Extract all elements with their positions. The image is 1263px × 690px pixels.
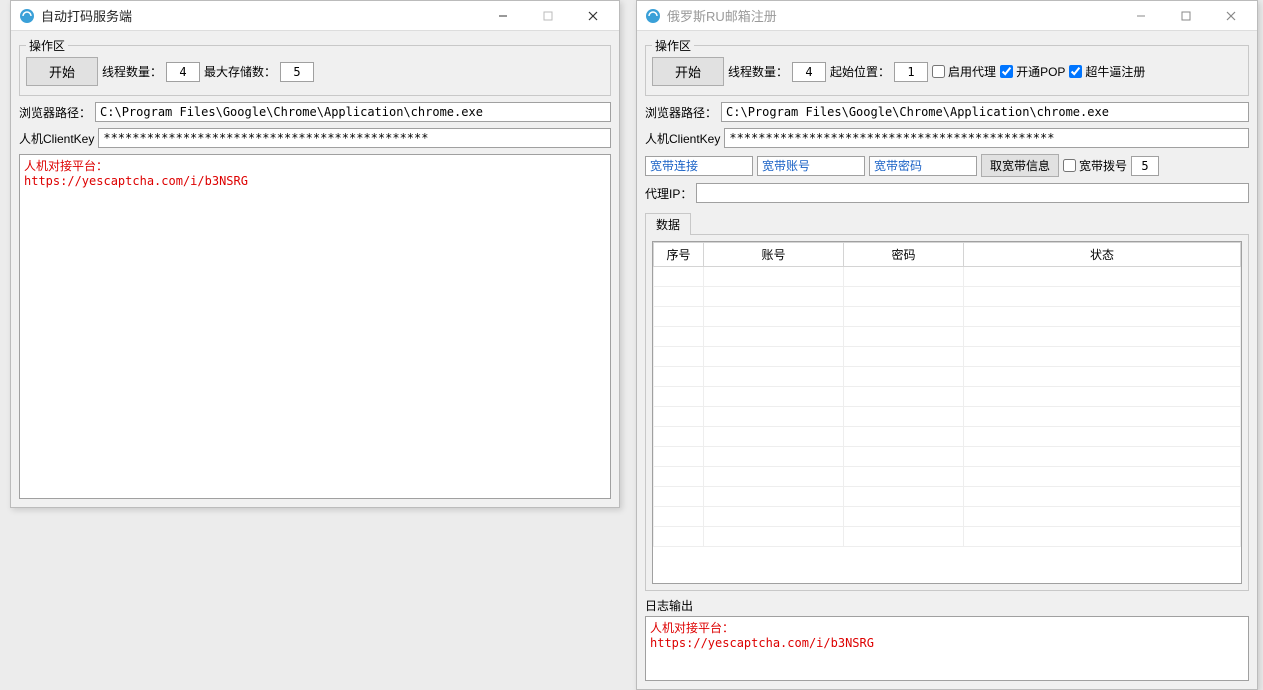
- maximize-button[interactable]: [1163, 1, 1208, 30]
- browser-path-input[interactable]: [721, 102, 1249, 122]
- table-row: [654, 347, 1241, 367]
- minimize-button[interactable]: [480, 1, 525, 30]
- table-row: [654, 287, 1241, 307]
- table-row: [654, 327, 1241, 347]
- col-status[interactable]: 状态: [964, 243, 1241, 267]
- data-tab-body: 序号 账号 密码 状态: [645, 234, 1249, 591]
- table-row: [654, 467, 1241, 487]
- window-title: 自动打码服务端: [41, 6, 480, 25]
- broadband-dial-label: 宽带拨号: [1079, 157, 1127, 174]
- enable-proxy-checkbox[interactable]: 启用代理: [932, 63, 996, 80]
- niubi-register-label: 超牛逼注册: [1085, 63, 1145, 80]
- threads-input[interactable]: [166, 62, 200, 82]
- browser-path-input[interactable]: [95, 102, 611, 122]
- log-output[interactable]: 人机对接平台： https://yescaptcha.com/i/b3NSRG: [19, 154, 611, 499]
- clientkey-label: 人机ClientKey: [19, 130, 94, 147]
- ops-fieldset: 操作区 开始 线程数量： 最大存储数：: [19, 45, 611, 96]
- broadband-dial-checkbox[interactable]: 宽带拨号: [1063, 157, 1127, 174]
- enable-pop-checkbox[interactable]: 开通POP: [1000, 63, 1065, 80]
- ops-legend: 操作区: [652, 37, 694, 54]
- start-button[interactable]: 开始: [652, 57, 724, 86]
- broadband-dial-value-input[interactable]: [1131, 156, 1159, 176]
- window-ru-mail-register: 俄罗斯RU邮箱注册 操作区 开始 线程数量： 起始位置： 启用代理 开通POP …: [636, 0, 1258, 690]
- fetch-broadband-button[interactable]: 取宽带信息: [981, 154, 1059, 177]
- table-row: [654, 387, 1241, 407]
- table-row: [654, 367, 1241, 387]
- window-title: 俄罗斯RU邮箱注册: [667, 6, 1118, 25]
- col-seq[interactable]: 序号: [654, 243, 704, 267]
- titlebar-right[interactable]: 俄罗斯RU邮箱注册: [637, 1, 1257, 31]
- close-button[interactable]: [570, 1, 615, 30]
- log-output[interactable]: 人机对接平台： https://yescaptcha.com/i/b3NSRG: [645, 616, 1249, 681]
- clientkey-input[interactable]: [98, 128, 611, 148]
- table-row: [654, 487, 1241, 507]
- proxy-ip-label: 代理IP：: [645, 185, 692, 202]
- startpos-input[interactable]: [894, 62, 928, 82]
- data-table[interactable]: 序号 账号 密码 状态: [652, 241, 1242, 584]
- data-tab-header: 数据: [645, 212, 1249, 234]
- table-row: [654, 507, 1241, 527]
- titlebar-left[interactable]: 自动打码服务端: [11, 1, 619, 31]
- log-section: 日志输出 人机对接平台： https://yescaptcha.com/i/b3…: [645, 597, 1249, 681]
- minimize-button[interactable]: [1118, 1, 1163, 30]
- browser-path-label: 浏览器路径：: [645, 104, 717, 121]
- col-acct[interactable]: 账号: [704, 243, 844, 267]
- clientkey-label: 人机ClientKey: [645, 130, 720, 147]
- close-button[interactable]: [1208, 1, 1253, 30]
- app-icon: [645, 8, 661, 24]
- proxy-ip-input[interactable]: [696, 183, 1249, 203]
- maxstore-label: 最大存储数：: [204, 63, 276, 80]
- start-button[interactable]: 开始: [26, 57, 98, 86]
- app-icon: [19, 8, 35, 24]
- enable-pop-label: 开通POP: [1016, 63, 1065, 80]
- maximize-button[interactable]: [525, 1, 570, 30]
- tab-data[interactable]: 数据: [645, 213, 691, 235]
- log-label: 日志输出: [645, 597, 1249, 614]
- threads-label: 线程数量：: [728, 63, 788, 80]
- table-row: [654, 307, 1241, 327]
- maxstore-input[interactable]: [280, 62, 314, 82]
- table-row: [654, 527, 1241, 547]
- threads-input[interactable]: [792, 62, 826, 82]
- table-row: [654, 447, 1241, 467]
- browser-path-label: 浏览器路径：: [19, 104, 91, 121]
- niubi-register-checkbox[interactable]: 超牛逼注册: [1069, 63, 1145, 80]
- col-pwd[interactable]: 密码: [844, 243, 964, 267]
- ops-fieldset: 操作区 开始 线程数量： 起始位置： 启用代理 开通POP 超牛逼注册: [645, 45, 1249, 96]
- clientkey-input[interactable]: [724, 128, 1249, 148]
- startpos-label: 起始位置：: [830, 63, 890, 80]
- window-auto-captcha-server: 自动打码服务端 操作区 开始 线程数量： 最大存储数： 浏览器路径： 人机Cli…: [10, 0, 620, 508]
- broadband-conn-input[interactable]: [645, 156, 753, 176]
- table-row: [654, 267, 1241, 287]
- enable-proxy-label: 启用代理: [948, 63, 996, 80]
- broadband-acct-input[interactable]: [757, 156, 865, 176]
- ops-legend: 操作区: [26, 37, 68, 54]
- broadband-pwd-input[interactable]: [869, 156, 977, 176]
- table-row: [654, 427, 1241, 447]
- threads-label: 线程数量：: [102, 63, 162, 80]
- table-row: [654, 407, 1241, 427]
